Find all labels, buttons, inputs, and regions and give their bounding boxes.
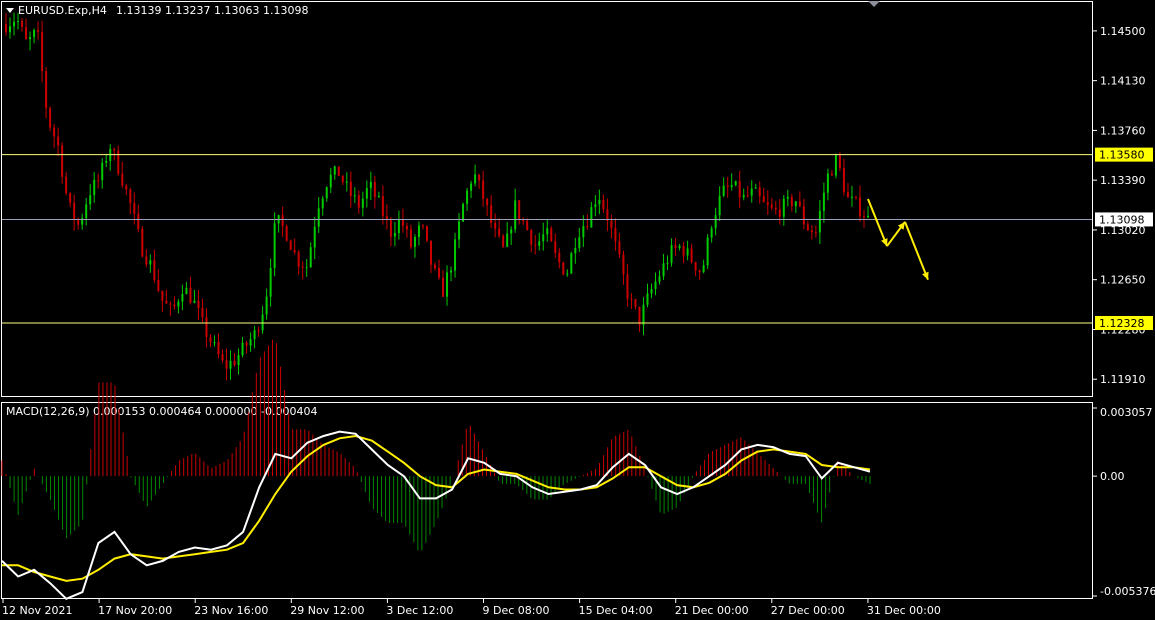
price-panel [1,1,1093,397]
candle [570,251,573,275]
current-price-label: 1.13098 [1095,212,1153,227]
current-price-text: 1.13098 [1099,213,1145,226]
price-tick-label: 1.13390 [1100,174,1146,187]
symbol-title: EURUSD.Exp,H4 [18,4,107,17]
resistance-price-text: 1.13580 [1099,149,1145,162]
time-tick-label: 12 Nov 2021 [2,604,72,617]
price-tick-label: 1.14130 [1100,75,1146,88]
chart-canvas: 1.145001.141301.137601.133901.130201.126… [1,1,1155,617]
time-tick-label: 15 Dec 04:00 [579,604,653,617]
time-axis: 12 Nov 2021 17 Nov 20:00 23 Nov 16:00 29 No… [2,598,941,617]
macd-axis: 0.003057 0.00 -0.005376 [1092,406,1155,598]
candle [502,233,505,249]
support-price-text: 1.12328 [1099,317,1145,330]
time-tick-label: 9 Dec 08:00 [483,604,550,617]
candle [285,224,288,242]
macd-panel [1,402,1093,599]
candle [550,226,553,243]
price-tick-label: 1.13760 [1100,124,1146,137]
candle [834,153,837,179]
price-tick-label: 1.11910 [1100,373,1146,386]
time-tick-label: 27 Dec 00:00 [771,604,845,617]
price-axis: 1.145001.141301.137601.133901.130201.126… [1092,25,1146,386]
time-tick-label: 3 Dec 12:00 [386,604,453,617]
ohlc-values: 1.13139 1.13237 1.13063 1.13098 [116,4,308,17]
candle [706,234,709,269]
candle [337,166,340,177]
time-tick-label: 29 Nov 12:00 [290,604,364,617]
macd-tick-label: 0.00 [1100,470,1125,483]
time-tick-label: 21 Dec 00:00 [675,604,749,617]
price-tick-label: 1.14500 [1100,25,1146,38]
candle [289,239,292,251]
resistance-price-label: 1.13580 [1095,147,1153,162]
candle [425,225,428,243]
macd-title: MACD(12,26,9) 0.000153 0.000464 0.000000… [6,405,317,418]
candle [562,261,565,276]
time-tick-label: 31 Dec 00:00 [867,604,941,617]
time-tick-label: 23 Nov 16:00 [194,604,268,617]
candle [49,106,52,132]
macd-tick-label: 0.003057 [1100,406,1153,419]
support-price-label: 1.12328 [1095,315,1153,330]
time-tick-label: 17 Nov 20:00 [98,604,172,617]
candle [141,225,144,258]
price-tick-label: 1.12650 [1100,274,1146,287]
macd-tick-label: -0.005376 [1100,585,1155,598]
